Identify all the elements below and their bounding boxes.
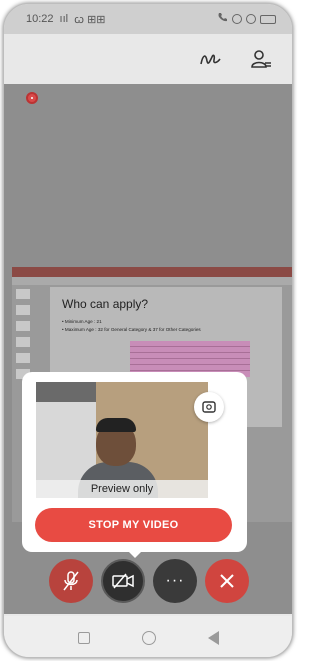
back-icon[interactable] [207,630,219,645]
slide-bullet: • Maximum Age : 32 for General Category … [62,327,201,332]
recents-icon[interactable] [77,631,90,644]
mute-button[interactable] [49,559,93,603]
ppt-title-bar [12,267,292,277]
more-options-button[interactable]: ··· [153,559,197,603]
call-icon [217,12,228,26]
call-controls: ··· [4,559,292,609]
notification-icons: ꞷ ⊞⊞ [74,13,106,26]
slide-bullet: • Minimum Age : 21 [62,319,102,324]
video-off-icon [112,573,134,589]
preview-card-pointer [127,550,143,558]
video-preview-card: Preview only STOP MY VIDEO [22,372,247,552]
preview-only-label: Preview only [36,480,208,498]
mic-off-icon [63,571,79,591]
more-icon: ··· [165,572,185,589]
ppt-ribbon [12,277,292,285]
home-icon[interactable] [141,630,156,645]
headset-icon [246,14,256,24]
video-toggle-button[interactable] [101,559,145,603]
phone-frame: 10:22 ııl ꞷ ⊞⊞ Who can apply? • Minimum … [3,3,293,658]
participants-icon[interactable] [248,46,274,72]
close-icon [220,574,234,588]
annotate-icon[interactable] [198,46,224,72]
status-time: 10:22 [26,13,54,25]
recording-indicator-icon [26,92,38,104]
meeting-toolbar [4,34,292,84]
alarm-icon [232,14,242,24]
android-nav-bar [4,616,292,657]
stop-my-video-button[interactable]: STOP MY VIDEO [35,508,232,542]
status-bar: 10:22 ııl ꞷ ⊞⊞ [4,4,292,34]
signal-icon: ııl [59,13,69,25]
switch-camera-button[interactable] [194,392,224,422]
leave-meeting-button[interactable] [205,559,249,603]
slide-title: Who can apply? [62,297,149,311]
switch-camera-icon [202,401,216,413]
battery-icon [260,14,276,24]
